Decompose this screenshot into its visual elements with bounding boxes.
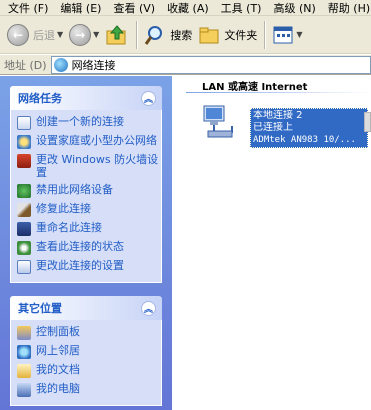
task-label: 设置家庭或小型办公网络	[36, 134, 157, 147]
forward-arrow-icon: →	[69, 23, 92, 46]
network-tasks-panel: 网络任务 ︽ 创建一个新的连接 设置家庭或小型办公网络 更改 Windows 防…	[10, 86, 162, 283]
lan-connection-icon	[203, 105, 233, 138]
collapse-chevron-icon[interactable]: ︽	[141, 300, 156, 316]
connection-name: 本地连接 2	[253, 110, 303, 121]
menu-help[interactable]: 帮助 (H)	[322, 0, 371, 16]
connection-device: ADMtek AN983 10/...	[253, 135, 356, 145]
folder-up-icon	[106, 24, 126, 44]
group-header: LAN 或高速 Internet	[202, 82, 308, 93]
task-label: 重命名此连接	[36, 221, 102, 234]
place-network-neighborhood[interactable]: 网上邻居	[17, 344, 161, 359]
wrench-icon	[17, 203, 31, 217]
views-dropdown-icon[interactable]: ▼	[296, 30, 302, 39]
task-create-connection[interactable]: 创建一个新的连接	[17, 115, 161, 130]
task-repair-connection[interactable]: 修复此连接	[17, 202, 161, 217]
menu-edit[interactable]: 编辑 (E)	[54, 0, 107, 16]
search-label: 搜索	[170, 28, 193, 42]
connection-status: 已连接上	[253, 122, 293, 133]
place-control-panel[interactable]: 控制面板	[17, 325, 161, 340]
task-label: 更改此连接的设置	[36, 259, 124, 272]
network-places-icon	[17, 345, 31, 359]
new-connection-icon	[17, 116, 31, 130]
other-places-panel: 其它位置 ︽ 控制面板 网上邻居 我的文档 我的电脑	[10, 296, 162, 406]
folders-label: 文件夹	[224, 28, 258, 42]
menu-view[interactable]: 查看 (V)	[107, 0, 161, 16]
toolbar-separator	[264, 20, 266, 49]
back-label: 后退	[33, 28, 55, 42]
task-firewall-settings[interactable]: 更改 Windows 防火墙设置	[17, 153, 161, 179]
collapse-chevron-icon[interactable]: ︽	[141, 90, 156, 106]
place-label: 我的文档	[36, 363, 80, 376]
firewall-icon	[17, 154, 31, 168]
search-button[interactable]: 搜索	[141, 20, 195, 50]
other-places-header[interactable]: 其它位置 ︽	[10, 296, 162, 320]
place-label: 我的电脑	[36, 382, 80, 395]
other-places-title: 其它位置	[18, 302, 62, 315]
group-divider	[186, 92, 371, 93]
task-label: 创建一个新的连接	[36, 115, 124, 128]
my-computer-icon	[17, 383, 31, 397]
place-label: 网上邻居	[36, 344, 80, 357]
place-label: 控制面板	[36, 325, 80, 338]
task-label: 查看此连接的状态	[36, 240, 124, 253]
views-button[interactable]: ▼	[269, 20, 305, 50]
address-input[interactable]: 网络连接	[50, 55, 371, 74]
back-dropdown-icon[interactable]: ▼	[57, 30, 63, 39]
rename-icon	[17, 222, 31, 236]
task-label: 修复此连接	[36, 202, 91, 215]
network-tasks-title: 网络任务	[18, 92, 62, 105]
toolbar-separator	[136, 20, 138, 49]
disable-device-icon	[17, 184, 31, 198]
home-network-icon	[17, 135, 31, 149]
task-disable-device[interactable]: 禁用此网络设备	[17, 183, 161, 198]
forward-button[interactable]: → ▼	[66, 20, 102, 50]
up-button[interactable]	[102, 20, 132, 50]
back-button[interactable]: ← 后退 ▼	[4, 20, 66, 50]
views-icon	[273, 26, 293, 43]
menu-file[interactable]: 文件 (F)	[0, 0, 54, 16]
place-my-documents[interactable]: 我的文档	[17, 363, 161, 378]
folders-button[interactable]: 文件夹	[195, 20, 260, 50]
address-value: 网络连接	[71, 58, 116, 72]
network-tasks-list: 创建一个新的连接 设置家庭或小型办公网络 更改 Windows 防火墙设置 禁用…	[10, 110, 162, 283]
address-bar: 地址 (D) 网络连接	[0, 55, 371, 75]
task-pane: 网络任务 ︽ 创建一个新的连接 设置家庭或小型办公网络 更改 Windows 防…	[0, 76, 172, 410]
task-rename-connection[interactable]: 重命名此连接	[17, 221, 161, 236]
task-change-settings[interactable]: 更改此连接的设置	[17, 259, 161, 274]
content-pane: LAN 或高速 Internet 本地连接 2 已连接上 ADMtek AN98…	[172, 76, 371, 410]
task-view-status[interactable]: 查看此连接的状态	[17, 240, 161, 255]
my-documents-icon	[17, 364, 31, 378]
task-label: 更改 Windows 防火墙设置	[36, 153, 159, 179]
back-arrow-icon: ←	[7, 23, 29, 46]
task-setup-home-network[interactable]: 设置家庭或小型办公网络	[17, 134, 161, 149]
address-label: 地址 (D)	[4, 58, 47, 72]
toolbar: ← 后退 ▼ → ▼ 搜索 文件夹 ▼	[0, 16, 371, 54]
connection-label: 本地连接 2 已连接上 ADMtek AN983 10/...	[250, 108, 368, 148]
partial-item-icon	[364, 112, 371, 132]
task-label: 禁用此网络设备	[36, 183, 113, 196]
control-panel-icon	[17, 326, 31, 340]
network-tasks-header[interactable]: 网络任务 ︽	[10, 86, 162, 110]
place-my-computer[interactable]: 我的电脑	[17, 382, 161, 397]
search-icon	[145, 25, 163, 45]
settings-icon	[17, 260, 31, 274]
forward-dropdown-icon[interactable]: ▼	[93, 30, 99, 39]
menu-bar: 文件 (F) 编辑 (E) 查看 (V) 收藏 (A) 工具 (T) 高级 (N…	[0, 0, 371, 16]
other-places-list: 控制面板 网上邻居 我的文档 我的电脑	[10, 320, 162, 406]
menu-advanced[interactable]: 高级 (N)	[267, 0, 321, 16]
status-icon	[17, 241, 31, 255]
menu-tools[interactable]: 工具 (T)	[215, 0, 268, 16]
menu-favorites[interactable]: 收藏 (A)	[161, 0, 215, 16]
network-connections-icon	[53, 57, 68, 72]
folders-icon	[199, 27, 219, 43]
